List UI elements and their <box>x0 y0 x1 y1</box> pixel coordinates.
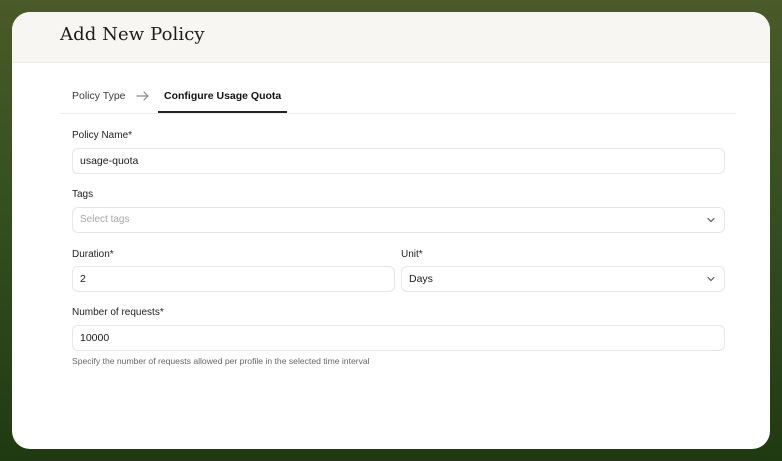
chevron-down-icon <box>707 217 715 223</box>
requests-input[interactable]: 10000 <box>72 325 725 351</box>
tags-select[interactable]: Select tags <box>72 207 725 233</box>
unit-value: Days <box>409 273 433 285</box>
add-policy-window: Add New Policy Policy Type Configure Usa… <box>12 12 770 449</box>
duration-input[interactable]: 2 <box>72 266 395 292</box>
requests-helper-text: Specify the number of requests allowed p… <box>72 356 370 366</box>
step-configure-usage-quota[interactable]: Configure Usage Quota <box>158 62 288 113</box>
stepper: Policy Type Configure Usage Quota <box>60 62 736 114</box>
page-title: Add New Policy <box>60 24 205 45</box>
page-header: Add New Policy <box>12 12 770 63</box>
duration-label: Duration* <box>72 249 114 260</box>
tags-placeholder: Select tags <box>80 214 130 225</box>
unit-select[interactable]: Days <box>401 266 725 292</box>
unit-label: Unit* <box>401 249 423 260</box>
tags-label: Tags <box>72 189 94 200</box>
chevron-down-icon <box>707 276 715 282</box>
policy-name-label: Policy Name* <box>72 130 133 141</box>
arrow-right-icon <box>136 91 149 101</box>
step-policy-type[interactable]: Policy Type <box>72 62 126 113</box>
policy-name-input[interactable]: usage-quota <box>72 148 725 174</box>
requests-label: Number of requests* <box>72 307 164 318</box>
